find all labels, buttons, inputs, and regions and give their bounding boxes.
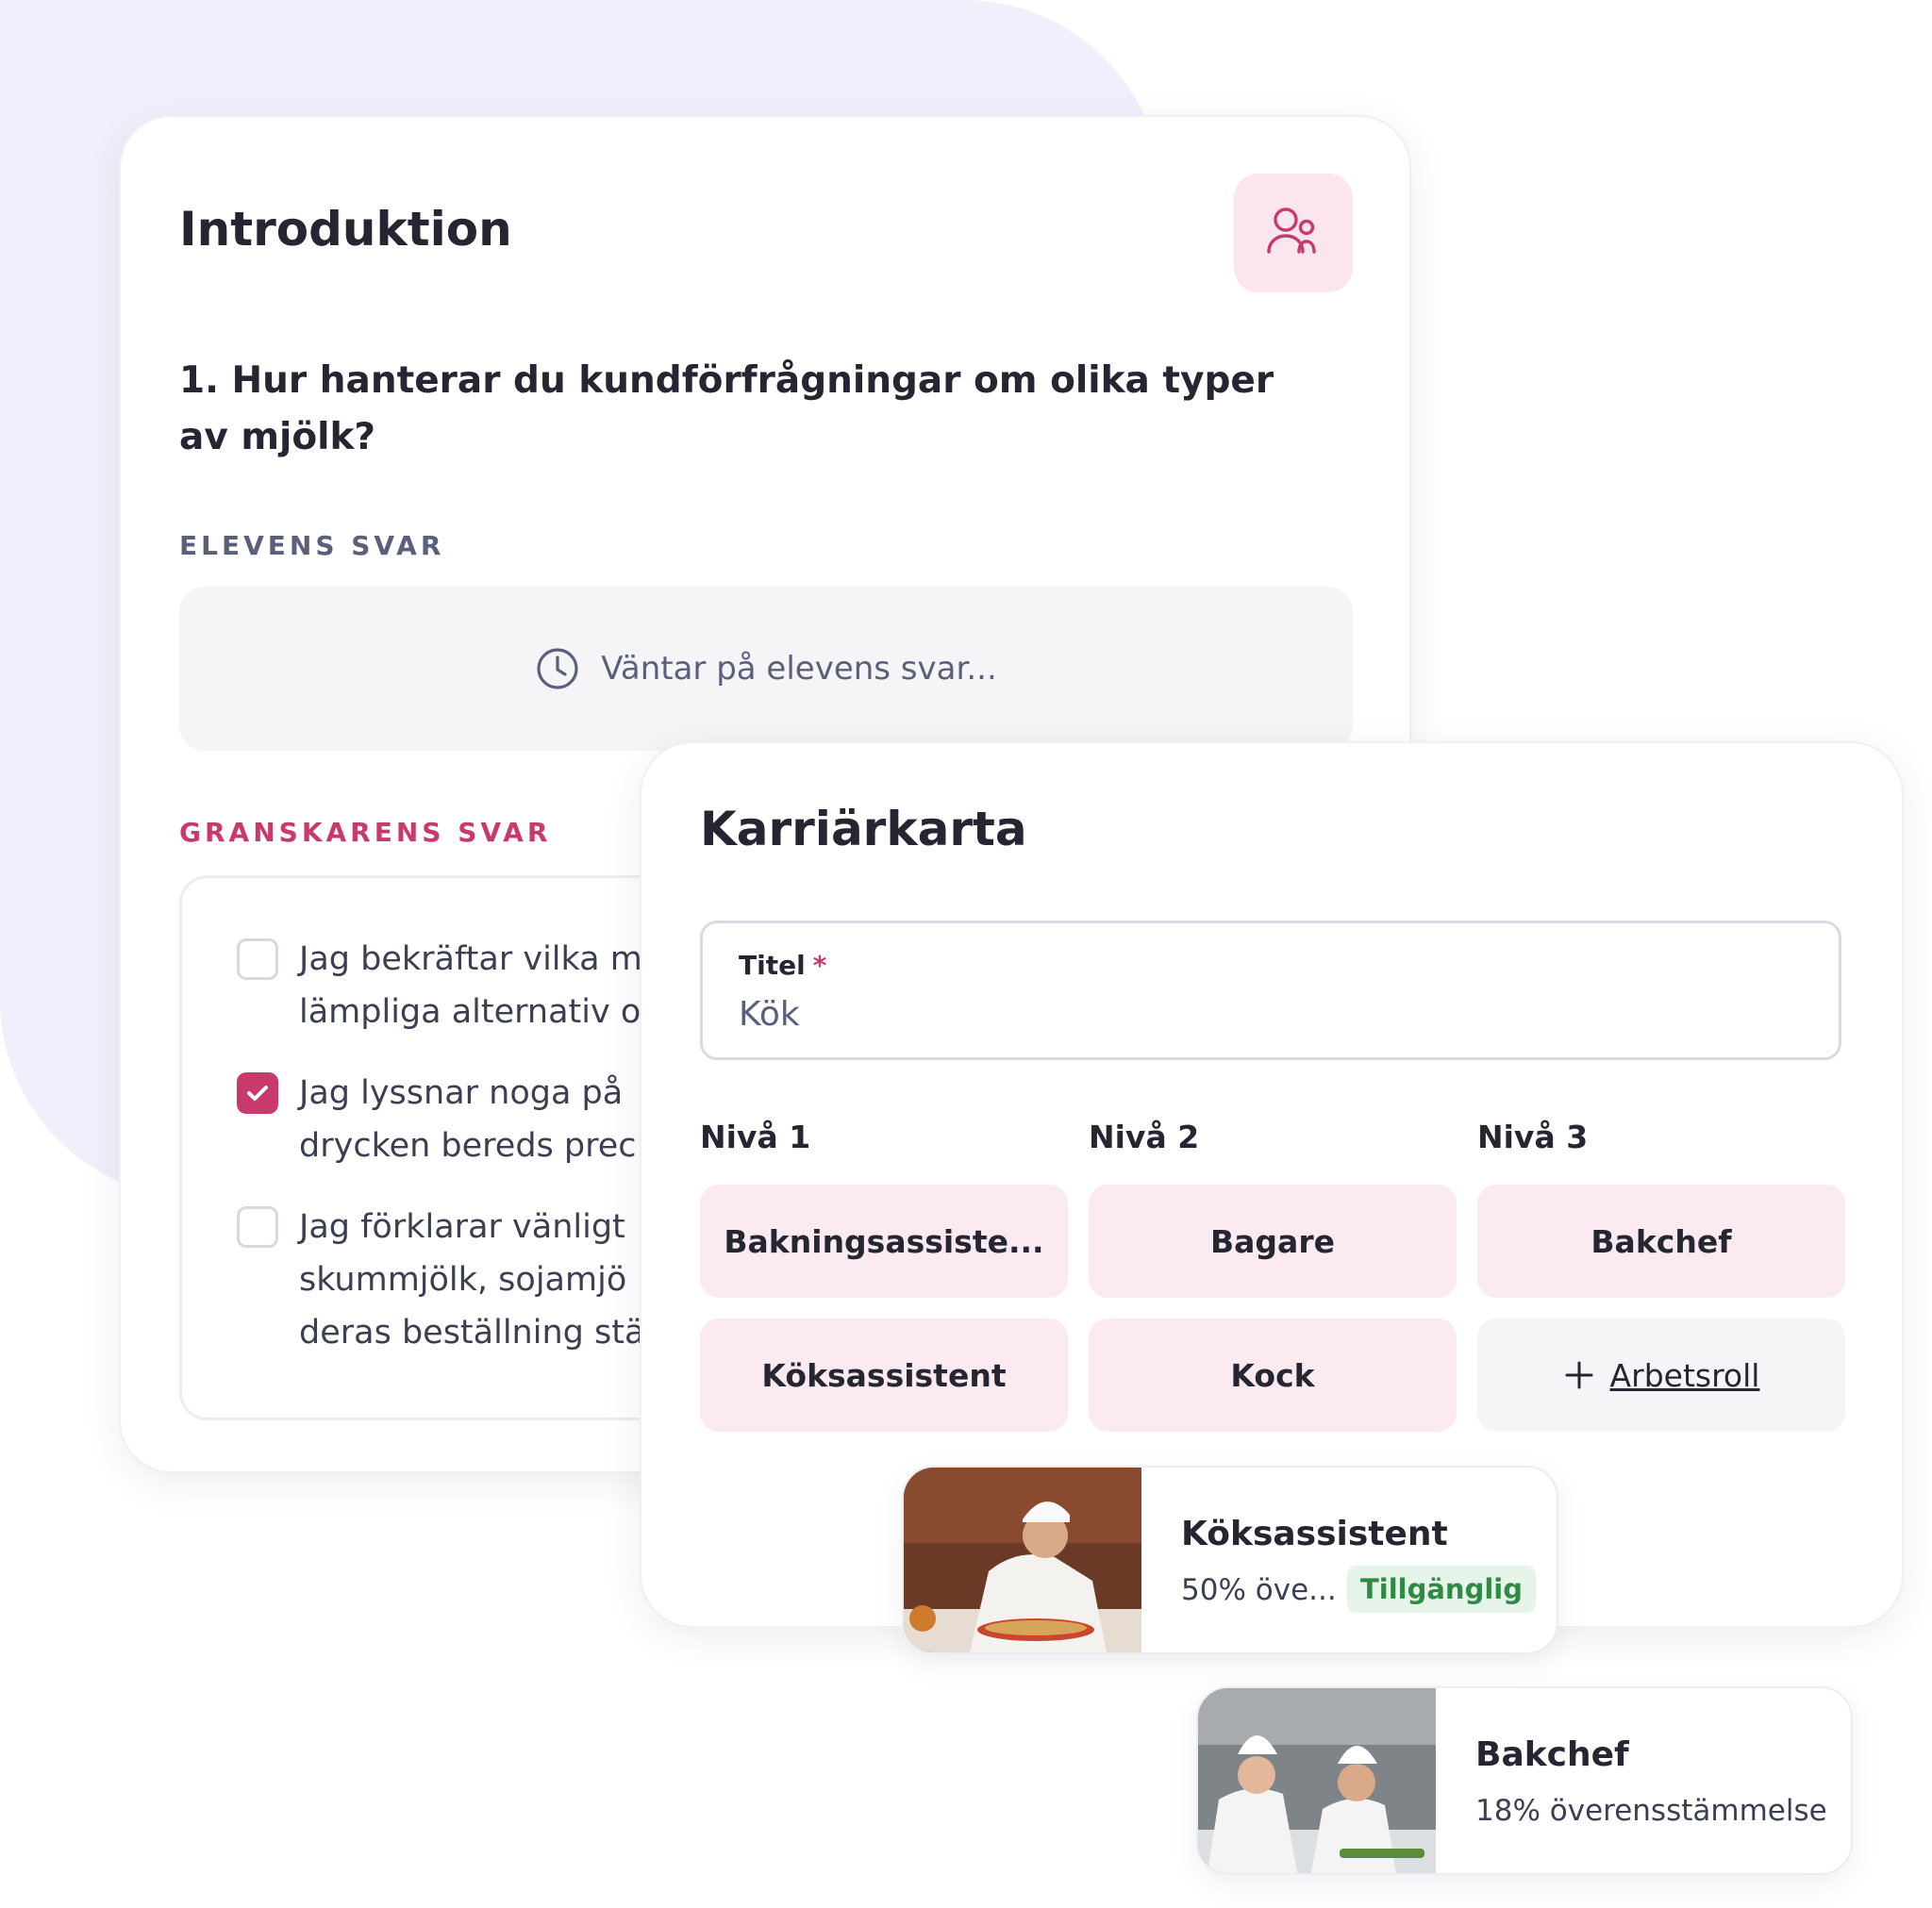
chefs-photo <box>1198 1688 1436 1873</box>
match-name: Köksassistent <box>1181 1515 1448 1553</box>
add-role-label: Arbetsroll <box>1609 1356 1760 1394</box>
checkbox-checked[interactable] <box>237 1072 278 1114</box>
checkbox-unchecked[interactable] <box>237 1206 278 1248</box>
intro-title: Introduktion <box>179 202 512 257</box>
required-mark: * <box>812 950 827 981</box>
question-text: 1. Hur hanterar du kundförfrågningar om … <box>179 359 1274 458</box>
title-field-value[interactable]: Kök <box>739 995 800 1034</box>
match-card[interactable]: Bakchef 18% överensstämmelse <box>1196 1686 1853 1875</box>
student-answer-box: Väntar på elevens svar... <box>179 587 1353 751</box>
checklist-item-text: Jag förklarar vänligt skummjölk, sojamjö… <box>299 1208 645 1352</box>
level-1-header: Nivå 1 <box>700 1119 811 1155</box>
chef-photo <box>904 1468 1141 1652</box>
waiting-text: Väntar på elevens svar... <box>601 650 997 688</box>
role-button[interactable]: Köksassistent <box>700 1319 1068 1432</box>
match-percentage: 50% öve... <box>1181 1573 1337 1607</box>
role-button[interactable]: Kock <box>1089 1319 1457 1432</box>
level-3-header: Nivå 3 <box>1477 1119 1589 1155</box>
clock-icon <box>537 648 578 689</box>
title-field-label: Titel * <box>739 950 827 981</box>
role-button[interactable]: Bakchef <box>1477 1185 1845 1298</box>
student-answer-label: ELEVENS SVAR <box>179 530 445 561</box>
status-badge: Tillgänglig <box>1347 1566 1536 1613</box>
career-map-title: Karriärkarta <box>700 802 1027 856</box>
match-name: Bakchef <box>1475 1735 1629 1774</box>
add-role-button[interactable]: Arbetsroll <box>1477 1319 1845 1432</box>
match-card[interactable]: Köksassistent 50% öve... Tillgänglig <box>902 1466 1558 1654</box>
role-button[interactable]: Bagare <box>1089 1185 1457 1298</box>
check-icon <box>247 1086 268 1101</box>
level-2-header: Nivå 2 <box>1089 1119 1200 1155</box>
reviewers-button[interactable] <box>1234 174 1353 292</box>
people-icon <box>1267 207 1316 254</box>
title-field[interactable]: Titel * Kök <box>700 921 1841 1060</box>
checkbox-unchecked[interactable] <box>237 938 278 980</box>
match-percentage: 18% överensstämmelse <box>1475 1794 1827 1828</box>
reviewer-answer-label: GRANSKARENS SVAR <box>179 817 552 848</box>
plus-icon <box>1565 1361 1593 1389</box>
role-button[interactable]: Bakningsassiste... <box>700 1185 1068 1298</box>
